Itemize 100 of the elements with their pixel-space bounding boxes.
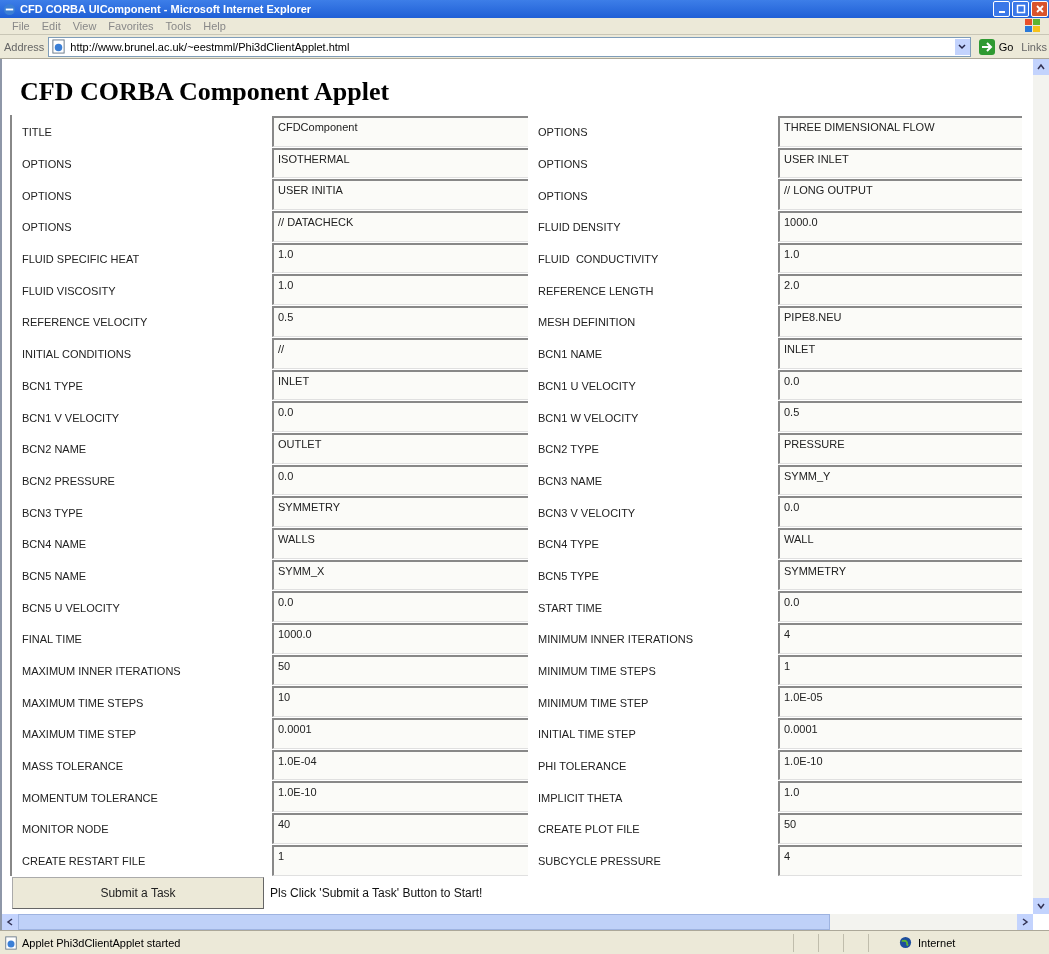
- browser-icon: [3, 2, 16, 16]
- field-label: BCN1 TYPE: [21, 378, 84, 394]
- input-field[interactable]: PIPE8.NEU: [778, 306, 1022, 337]
- field-label: MONITOR NODE: [21, 822, 110, 838]
- input-field[interactable]: 0.0: [778, 369, 1022, 401]
- scroll-right-icon[interactable]: [1021, 918, 1029, 926]
- field-label: BCN2 PRESSURE: [21, 473, 116, 489]
- dropdown-button[interactable]: [954, 38, 970, 55]
- maximize-icon: [1015, 4, 1026, 14]
- input-field[interactable]: // DATACHECK: [272, 211, 528, 242]
- input-field[interactable]: 4: [778, 844, 1022, 876]
- minimize-icon: [998, 11, 1005, 13]
- input-field[interactable]: ISOTHERMAL: [272, 147, 528, 179]
- field-label: INITIAL CONDITIONS: [21, 347, 132, 363]
- input-field[interactable]: 1000.0: [272, 623, 528, 654]
- field-label: MAXIMUM TIME STEP: [21, 727, 138, 743]
- input-field[interactable]: 50: [778, 813, 1022, 844]
- field-label: FLUID DENSITY: [537, 220, 622, 236]
- vertical-scrollbar[interactable]: [1033, 59, 1049, 914]
- field-label: BCN2 NAME: [21, 442, 88, 458]
- scroll-left-icon[interactable]: [6, 918, 14, 926]
- minimize-button[interactable]: [993, 1, 1010, 17]
- input-field[interactable]: 0.5: [272, 306, 528, 337]
- input-field[interactable]: OUTLET: [272, 432, 528, 464]
- scroll-down-icon[interactable]: [1037, 902, 1045, 910]
- submit-button[interactable]: Submit a Task: [12, 876, 264, 909]
- field-label: MINIMUM INNER ITERATIONS: [537, 632, 694, 648]
- input-field[interactable]: 10: [272, 686, 528, 718]
- field-label: BCN5 U VELOCITY: [21, 600, 121, 616]
- input-field[interactable]: INLET: [778, 337, 1022, 369]
- field-label: BCN3 V VELOCITY: [537, 505, 637, 521]
- input-field[interactable]: SYMM_X: [272, 559, 528, 591]
- field-label: BCN1 NAME: [537, 347, 604, 363]
- input-field[interactable]: 0.0: [778, 496, 1022, 527]
- field-label: FLUID SPECIFIC HEAT: [21, 252, 141, 268]
- input-field[interactable]: 0.0: [778, 591, 1022, 622]
- field-label: CREATE PLOT FILE: [537, 822, 641, 838]
- field-label: OPTIONS: [21, 188, 73, 204]
- input-field[interactable]: 0.5: [778, 401, 1022, 432]
- input-field[interactable]: 1.0E-10: [272, 781, 528, 813]
- field-label: SUBCYCLE PRESSURE: [537, 854, 662, 870]
- address-field[interactable]: http://www.brunel.ac.uk/~eestmml/Phi3dClientApplet.html: [48, 36, 971, 57]
- input-field[interactable]: 1.0: [272, 242, 528, 274]
- input-field[interactable]: 0.0: [272, 591, 528, 622]
- field-label: FINAL TIME: [21, 632, 83, 648]
- close-icon: [1034, 4, 1045, 14]
- maximize-button[interactable]: [1012, 1, 1029, 17]
- input-field[interactable]: 1.0: [778, 242, 1022, 274]
- input-field[interactable]: INLET: [272, 369, 528, 401]
- input-field[interactable]: 1000.0: [778, 211, 1022, 242]
- input-field[interactable]: 1.0: [272, 274, 528, 306]
- field-label: BCN4 TYPE: [537, 537, 600, 553]
- input-field[interactable]: 4: [778, 623, 1022, 654]
- links-button[interactable]: Links: [1021, 40, 1049, 53]
- go-button[interactable]: Go: [974, 38, 1018, 55]
- field-label: BCN5 NAME: [21, 568, 88, 584]
- field-label: BCN1 W VELOCITY: [537, 410, 640, 426]
- field-label: PHI TOLERANCE: [537, 759, 628, 775]
- input-field[interactable]: 1.0: [778, 781, 1022, 813]
- input-field[interactable]: WALLS: [272, 527, 528, 559]
- input-field[interactable]: 1.0E-05: [778, 686, 1022, 718]
- input-field[interactable]: 1.0E-04: [272, 749, 528, 781]
- field-label: REFERENCE VELOCITY: [21, 315, 149, 331]
- close-button[interactable]: [1031, 1, 1048, 17]
- field-label: MASS TOLERANCE: [21, 759, 125, 775]
- input-field[interactable]: //: [272, 337, 528, 369]
- address-label: Address: [4, 40, 45, 53]
- field-label: FLUID CONDUCTIVITY: [537, 252, 660, 268]
- horizontal-scrollbar[interactable]: [2, 914, 1033, 930]
- input-field[interactable]: // LONG OUTPUT: [778, 179, 1022, 211]
- field-label: MAXIMUM INNER ITERATIONS: [21, 664, 182, 680]
- status-message: Pls Click 'Submit a Task' Button to Start!: [269, 885, 483, 900]
- input-field[interactable]: 0.0001: [778, 718, 1022, 749]
- input-field[interactable]: 0.0: [272, 401, 528, 432]
- input-field[interactable]: USER INLET: [778, 147, 1022, 179]
- input-field[interactable]: SYMMETRY: [778, 559, 1022, 591]
- input-field[interactable]: 2.0: [778, 274, 1022, 306]
- input-field[interactable]: 1.0E-10: [778, 749, 1022, 781]
- scroll-up-icon[interactable]: [1037, 63, 1045, 71]
- input-field[interactable]: THREE DIMENSIONAL FLOW: [778, 116, 1022, 147]
- input-field[interactable]: 1: [778, 654, 1022, 686]
- field-label: FLUID VISCOSITY: [21, 283, 117, 299]
- field-label: BCN2 TYPE: [537, 442, 600, 458]
- input-field[interactable]: 50: [272, 654, 528, 686]
- field-label: BCN5 TYPE: [537, 568, 600, 584]
- input-field[interactable]: SYMMETRY: [272, 496, 528, 527]
- field-label: OPTIONS: [21, 157, 73, 173]
- zone-label: Internet: [918, 936, 956, 949]
- input-field[interactable]: CFDComponent: [272, 116, 528, 147]
- input-field[interactable]: 0.0: [272, 464, 528, 496]
- field-label: BCN1 V VELOCITY: [21, 410, 121, 426]
- input-field[interactable]: USER INITIA: [272, 179, 528, 211]
- input-field[interactable]: SYMM_Y: [778, 464, 1022, 496]
- input-field[interactable]: 40: [272, 813, 528, 844]
- input-field[interactable]: WALL: [778, 527, 1022, 559]
- input-field[interactable]: PRESSURE: [778, 432, 1022, 464]
- input-field[interactable]: 0.0001: [272, 718, 528, 749]
- windows-logo-icon: [1023, 18, 1043, 34]
- field-label: MOMENTUM TOLERANCE: [21, 790, 159, 806]
- input-field[interactable]: 1: [272, 844, 528, 876]
